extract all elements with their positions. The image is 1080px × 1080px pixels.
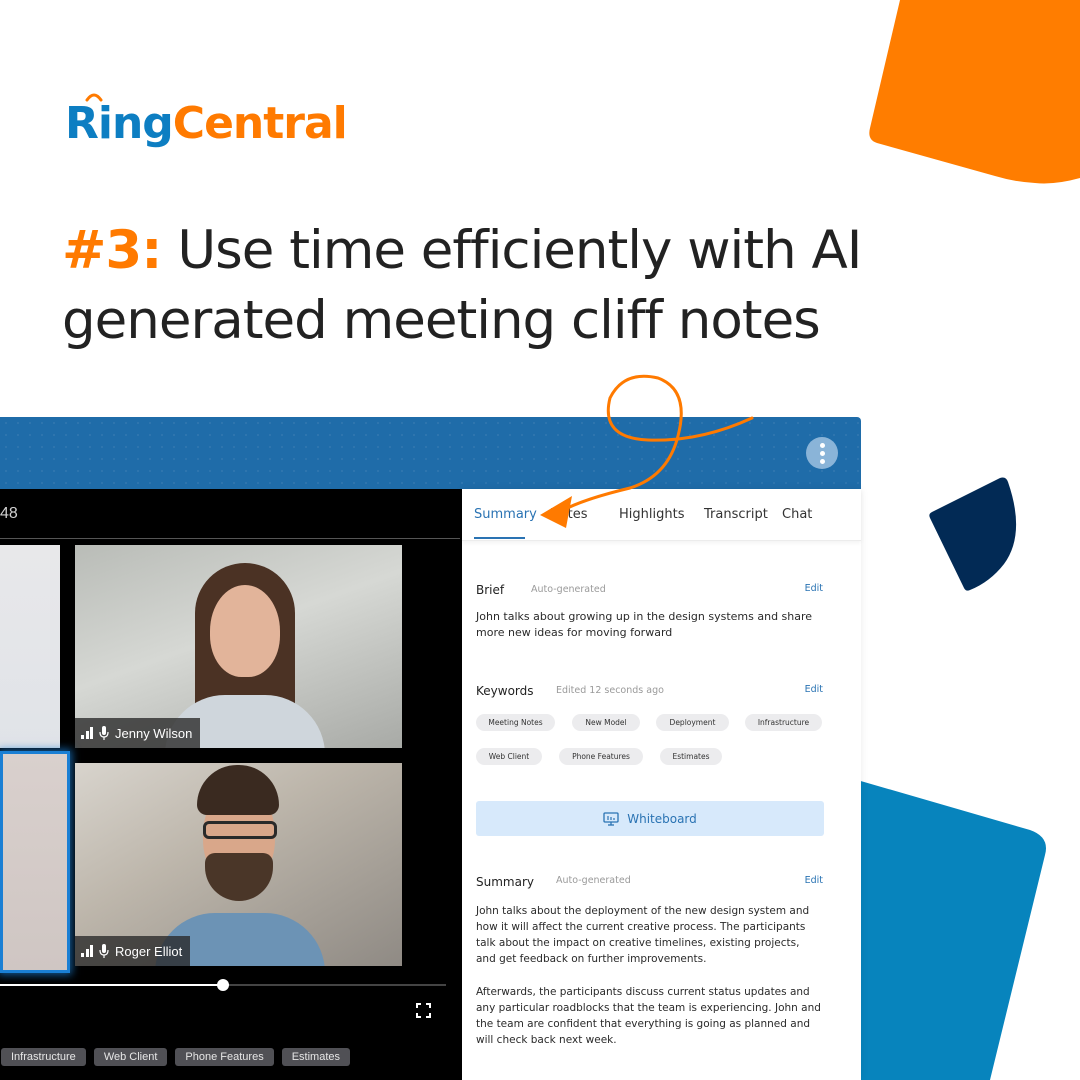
keywords-title: Keywords — [476, 684, 534, 698]
brief-text: John talks about growing up in the desig… — [476, 610, 813, 639]
headline-number: #3: — [62, 220, 162, 281]
participant-name-tag: Jenny Wilson — [75, 718, 201, 748]
headline-line1: Use time efficiently with AI — [161, 220, 862, 281]
brief-meta: Auto-generated — [531, 584, 606, 595]
whiteboard-label: Whiteboard — [627, 811, 697, 826]
participant-name-tag: Roger Elliot — [75, 936, 191, 966]
keyword-chip[interactable]: Phone Features — [175, 1048, 274, 1066]
signal-bars-icon — [81, 727, 93, 739]
participant-hair — [197, 765, 279, 815]
more-options-button[interactable] — [806, 437, 838, 469]
tab-summary[interactable]: Summary — [474, 507, 537, 522]
summary-meta: Auto-generated — [556, 875, 631, 886]
video-tile-active-speaker[interactable] — [0, 751, 70, 973]
logo-ring-text: Ring — [65, 98, 174, 149]
participant-name: Roger Elliot — [115, 943, 183, 959]
keyword-chip[interactable]: Infrastructure — [745, 714, 822, 731]
playback-scrubber[interactable] — [0, 979, 446, 991]
divider — [0, 538, 460, 539]
app-topbar — [0, 417, 861, 489]
page-headline: #3: Use time efficiently with AI generat… — [62, 216, 962, 356]
decorative-navy-shape — [929, 477, 1017, 591]
participant-face — [210, 585, 280, 677]
tab-highlights[interactable]: Highlights — [619, 507, 684, 522]
meeting-timer: 48 — [0, 505, 18, 522]
whiteboard-button[interactable]: Whiteboard — [476, 801, 824, 836]
participant-name: Jenny Wilson — [115, 725, 193, 741]
keywords-edit-link[interactable]: Edit — [805, 684, 823, 695]
summary-title: Summary — [476, 875, 534, 889]
vertical-dots-icon — [819, 442, 825, 448]
video-tile-jenny-wilson[interactable]: Jenny Wilson — [75, 545, 402, 748]
video-keyword-chips: Infrastructure Web Client Phone Features… — [0, 1048, 350, 1066]
tab-transcript[interactable]: Transcript — [704, 507, 768, 522]
summary-paragraph-1: John talks about the deployment of the n… — [476, 905, 810, 965]
keyword-chip[interactable]: New Model — [572, 714, 640, 731]
dot — [819, 450, 825, 456]
dot — [819, 458, 825, 464]
video-tile-partial-top[interactable] — [0, 545, 60, 748]
video-grid-area: 48 Jenny Wilson Roger Elliot Infrastruct… — [0, 489, 462, 1080]
video-tile-roger-elliot[interactable]: Roger Elliot — [75, 763, 402, 966]
keywords-meta: Edited 12 seconds ago — [556, 685, 664, 696]
keyword-chip[interactable]: Web Client — [93, 1048, 168, 1066]
summary-edit-link[interactable]: Edit — [805, 875, 823, 886]
logo-central-text: Central — [172, 98, 348, 149]
signal-arc-icon — [85, 93, 103, 102]
keyword-chip[interactable]: Infrastructure — [1, 1048, 86, 1066]
microphone-icon — [99, 726, 109, 740]
headline-line2: generated meeting cliff notes — [62, 290, 821, 351]
scrubber-progress — [0, 984, 223, 986]
keyword-chip[interactable]: Meeting Notes — [476, 714, 555, 731]
decorative-orange-shape — [869, 0, 1080, 184]
microphone-icon — [99, 944, 109, 958]
signal-bars-icon — [81, 945, 93, 957]
participant-beard — [205, 853, 273, 901]
keyword-chip[interactable]: Deployment — [656, 714, 729, 731]
keyword-chip[interactable]: Phone Features — [559, 748, 643, 765]
summary-paragraph-2: Afterwards, the participants discuss cur… — [476, 986, 821, 1046]
keyword-chip[interactable]: Estimates — [281, 1048, 350, 1066]
notes-side-panel: Summary Notes Highlights Transcript Chat… — [462, 489, 861, 1080]
active-tab-indicator — [474, 537, 525, 539]
brief-edit-link[interactable]: Edit — [805, 583, 823, 594]
whiteboard-icon — [603, 811, 619, 826]
tab-notes[interactable]: Notes — [550, 507, 588, 522]
tab-chat[interactable]: Chat — [782, 507, 812, 522]
ringcentral-logo: RingCentral — [65, 93, 348, 149]
decorative-blue-shape — [840, 775, 1046, 1080]
brief-title: Brief — [476, 583, 505, 597]
meeting-app-window: 48 Jenny Wilson Roger Elliot Infrastruct… — [0, 417, 861, 1080]
scrubber-handle[interactable] — [217, 979, 229, 991]
fullscreen-icon[interactable] — [416, 1003, 431, 1018]
participant-glasses — [203, 821, 277, 839]
keyword-chip[interactable]: Web Client — [476, 748, 542, 765]
panel-tabs: Summary Notes Highlights Transcript Chat — [462, 489, 861, 541]
keyword-chip[interactable]: Estimates — [660, 748, 722, 765]
